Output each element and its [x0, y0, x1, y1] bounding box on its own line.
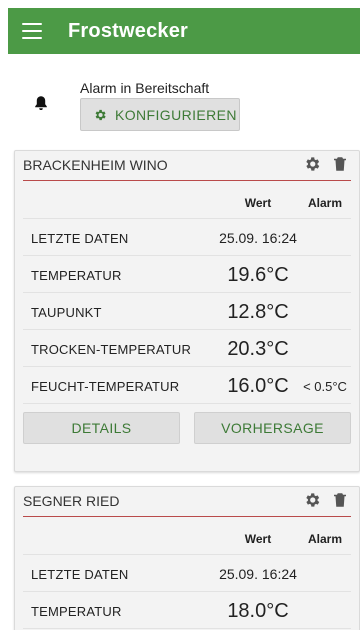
- settings-gear-icon[interactable]: [303, 491, 321, 509]
- trash-icon[interactable]: [331, 155, 349, 173]
- column-header-value: Wert: [244, 532, 272, 546]
- table-header-row: Wert Alarm: [23, 521, 351, 555]
- table-header-row: Wert Alarm: [23, 185, 351, 219]
- row-label: FEUCHT-TEMPERATUR: [31, 379, 180, 394]
- column-header-alarm: Alarm: [307, 196, 342, 210]
- app-title: Frostwecker: [68, 19, 189, 42]
- title-underline: [23, 180, 351, 181]
- menu-icon[interactable]: [22, 23, 42, 39]
- station-card-segner-ried: SEGNER RIED Wert Alarm LETZTE DATEN 25.0…: [14, 486, 360, 630]
- details-button[interactable]: DETAILS: [23, 412, 180, 444]
- title-underline: [23, 516, 351, 517]
- row-label: LETZTE DATEN: [31, 567, 129, 582]
- bell-icon: [35, 96, 47, 110]
- table-row: TEMPERATUR 18.0°C: [23, 592, 351, 629]
- row-value: 12.8°C: [227, 301, 289, 323]
- station-data-table: Wert Alarm LETZTE DATEN 25.09. 16:24 TEM…: [23, 521, 351, 629]
- table-row: FEUCHT-TEMPERATUR 16.0°C < 0.5°C: [23, 367, 351, 404]
- table-row: TAUPUNKT 12.8°C: [23, 293, 351, 330]
- row-value: 20.3°C: [227, 338, 289, 360]
- table-row: TROCKEN-TEMPERATUR 20.3°C: [23, 330, 351, 367]
- station-data-table: Wert Alarm LETZTE DATEN 25.09. 16:24 TEM…: [23, 185, 351, 404]
- station-card-header: BRACKENHEIM WINO: [15, 151, 359, 183]
- station-name: BRACKENHEIM WINO: [23, 157, 168, 173]
- row-label: TAUPUNKT: [31, 305, 102, 320]
- row-label: TEMPERATUR: [31, 604, 122, 619]
- station-actions: DETAILS VORHERSAGE: [15, 404, 359, 454]
- column-header-value: Wert: [244, 196, 272, 210]
- row-value: 19.6°C: [227, 264, 289, 286]
- column-header-alarm: Alarm: [307, 532, 342, 546]
- station-card-brackenheim: BRACKENHEIM WINO Wert Alarm LETZTE DATEN…: [14, 150, 360, 472]
- settings-gear-icon[interactable]: [303, 155, 321, 173]
- alarm-status-section: Alarm in Bereitschaft KONFIGURIEREN: [8, 78, 360, 136]
- table-row: LETZTE DATEN 25.09. 16:24: [23, 219, 351, 256]
- row-value: 18.0°C: [227, 600, 289, 622]
- station-name: SEGNER RIED: [23, 493, 120, 509]
- app-bar: Frostwecker: [8, 8, 360, 54]
- configure-button-label: KONFIGURIEREN: [115, 106, 237, 123]
- alarm-status-text: Alarm in Bereitschaft: [80, 80, 210, 96]
- configure-button[interactable]: KONFIGURIEREN: [80, 98, 240, 131]
- gear-icon: [95, 109, 106, 120]
- table-row: TEMPERATUR 19.6°C: [23, 256, 351, 293]
- trash-icon[interactable]: [331, 491, 349, 509]
- row-value: 16.0°C: [227, 375, 289, 397]
- row-value: 25.09. 16:24: [219, 230, 297, 246]
- row-alarm: < 0.5°C: [303, 379, 347, 394]
- row-label: TEMPERATUR: [31, 268, 122, 283]
- row-label: LETZTE DATEN: [31, 231, 129, 246]
- forecast-button[interactable]: VORHERSAGE: [194, 412, 351, 444]
- row-label: TROCKEN-TEMPERATUR: [31, 342, 192, 357]
- station-card-header: SEGNER RIED: [15, 487, 359, 519]
- row-value: 25.09. 16:24: [219, 566, 297, 582]
- table-row: LETZTE DATEN 25.09. 16:24: [23, 555, 351, 592]
